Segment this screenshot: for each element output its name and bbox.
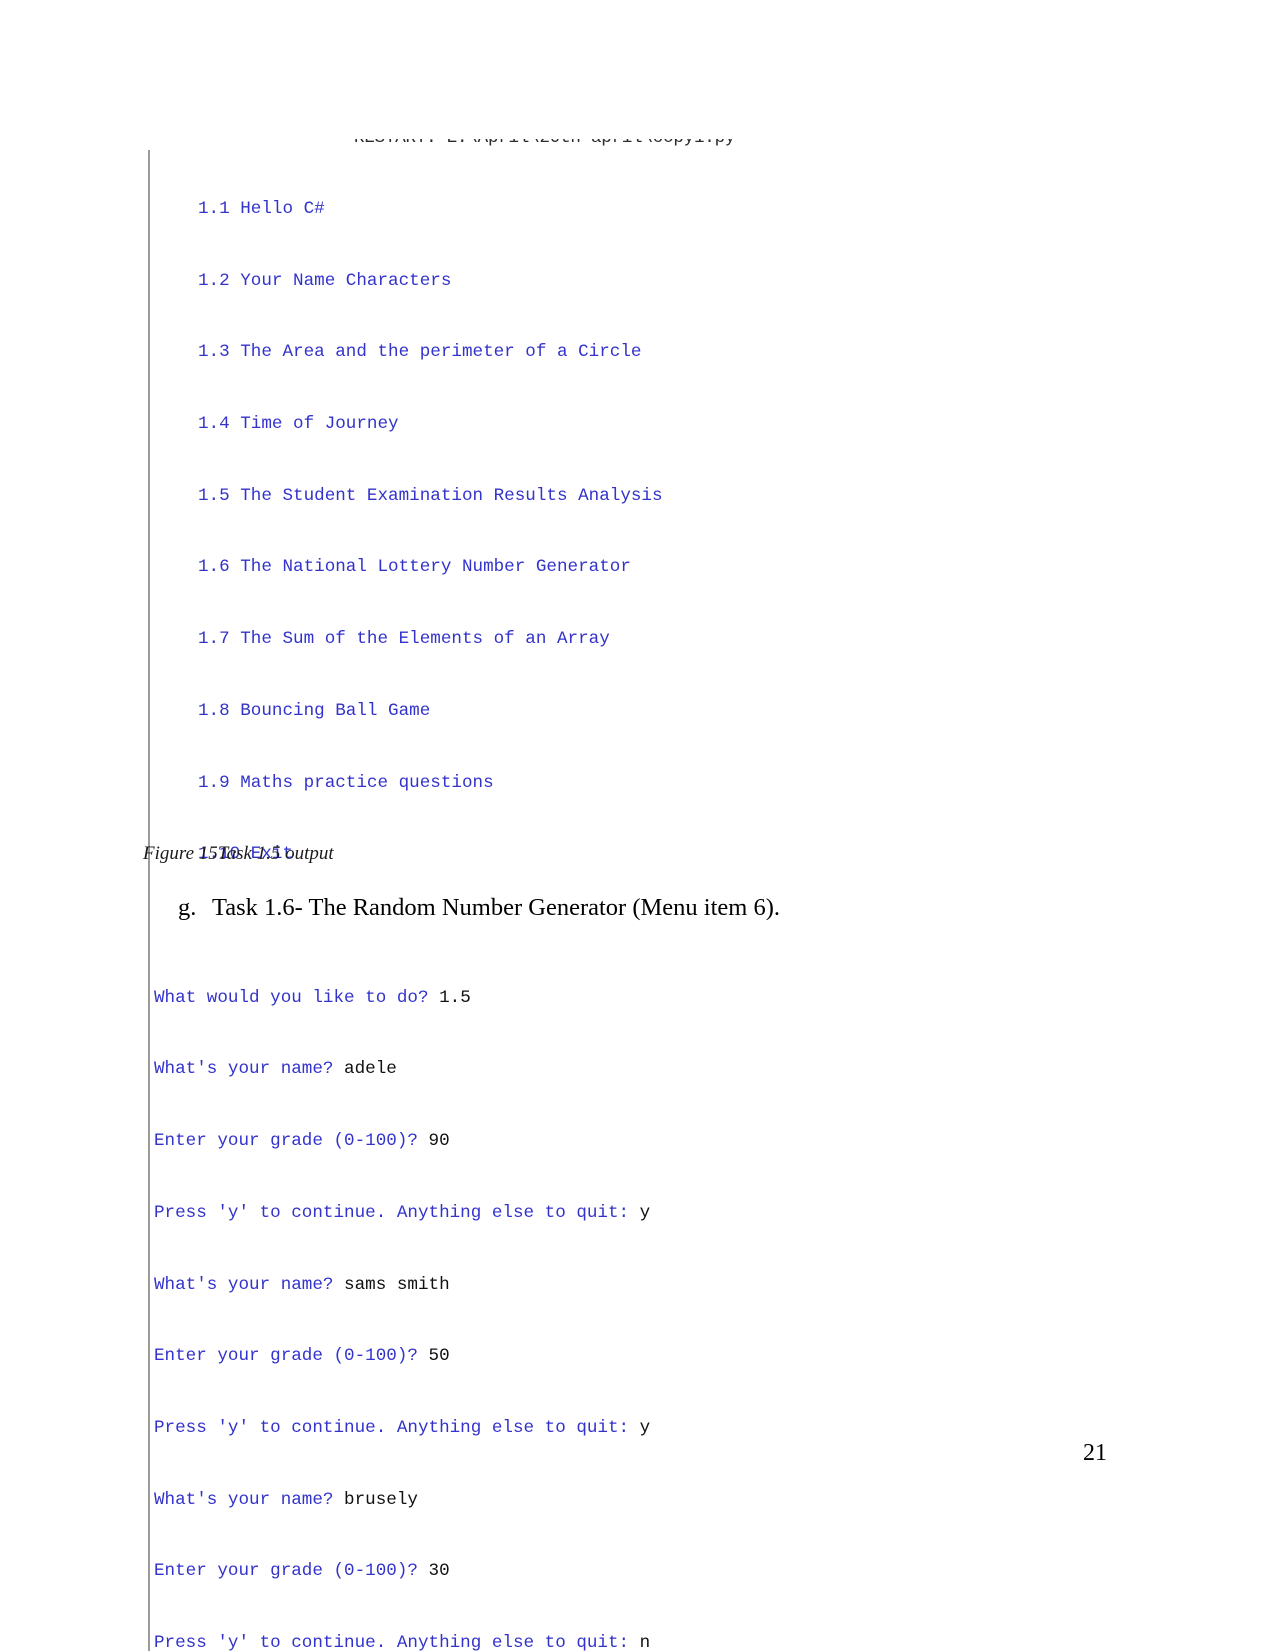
prompt-text: Enter your grade (0-100)?: [154, 1346, 429, 1367]
session-transcript: What would you like to do? 1.5 What's yo…: [154, 939, 1048, 1651]
user-input-text: y: [639, 1202, 651, 1223]
menu-item-1-1: 1.1 Hello C#: [198, 198, 325, 219]
transcript-line: What's your name? sams smith: [154, 1274, 1048, 1298]
user-input-text: 90: [428, 1131, 450, 1152]
user-input-text: y: [639, 1418, 651, 1439]
list-item-label: Task 1.6- The Random Number Generator (M…: [212, 894, 780, 921]
user-input-text: 30: [428, 1561, 450, 1582]
user-input-text: sams smith: [344, 1274, 450, 1295]
transcript-line: Enter your grade (0-100)? 30: [154, 1560, 1048, 1584]
prompt-text: Enter your grade (0-100)?: [154, 1131, 429, 1152]
menu-item-1-7: 1.7 The Sum of the Elements of an Array: [198, 629, 610, 650]
transcript-line: Enter your grade (0-100)? 90: [154, 1130, 1048, 1154]
prompt-text: What's your name?: [154, 1059, 345, 1080]
transcript-line: What's your name? adele: [154, 1058, 1048, 1082]
prompt-text: What's your name?: [154, 1489, 345, 1510]
transcript-line: Press 'y' to continue. Anything else to …: [154, 1417, 1048, 1441]
user-input-text: adele: [344, 1059, 397, 1080]
page-number: 21: [1083, 1440, 1107, 1466]
menu-item-1-2: 1.2 Your Name Characters: [198, 270, 452, 291]
menu-item-1-8: 1.8 Bouncing Ball Game: [198, 700, 431, 721]
menu-item-1-4: 1.4 Time of Journey: [198, 413, 399, 434]
menu-item-1-9: 1.9 Maths practice questions: [198, 772, 494, 793]
user-input-text: 1.5: [439, 987, 471, 1008]
user-input-text: 50: [428, 1346, 450, 1367]
prompt-text: Press 'y' to continue. Anything else to …: [154, 1418, 640, 1439]
menu-item-1-3: 1.3 The Area and the perimeter of a Circ…: [198, 342, 642, 363]
transcript-line: What's your name? brusely: [154, 1489, 1048, 1513]
transcript-line: Enter your grade (0-100)? 50: [154, 1345, 1048, 1369]
transcript-line: What would you like to do? 1.5: [154, 987, 1048, 1011]
restart-banner: ------------------- RESTART: E:\April\20…: [148, 128, 942, 148]
prompt-text: Press 'y' to continue. Anything else to …: [154, 1633, 640, 1651]
prompt-text: What's your name?: [154, 1274, 345, 1295]
transcript-line: Press 'y' to continue. Anything else to …: [154, 1632, 1048, 1651]
user-input-text: brusely: [344, 1489, 418, 1510]
transcript-line: Press 'y' to continue. Anything else to …: [154, 1202, 1048, 1226]
prompt-text: Enter your grade (0-100)?: [154, 1561, 429, 1582]
prompt-text: Press 'y' to continue. Anything else to …: [154, 1202, 640, 1223]
menu-list: 1.1 Hello C# 1.2 Your Name Characters 1.…: [154, 150, 1048, 915]
menu-item-1-6: 1.6 The National Lottery Number Generato…: [198, 557, 631, 578]
figure-caption: Figure 15Task 1.5 output: [143, 843, 334, 864]
user-input-text: n: [639, 1633, 651, 1651]
list-item: g. Task 1.6- The Random Number Generator…: [178, 894, 1078, 922]
list-item-marker: g.: [178, 894, 197, 921]
menu-item-1-5: 1.5 The Student Examination Results Anal…: [198, 485, 663, 506]
document-page: ------------------- RESTART: E:\April\20…: [0, 0, 1275, 1651]
prompt-text: What would you like to do?: [154, 987, 440, 1008]
